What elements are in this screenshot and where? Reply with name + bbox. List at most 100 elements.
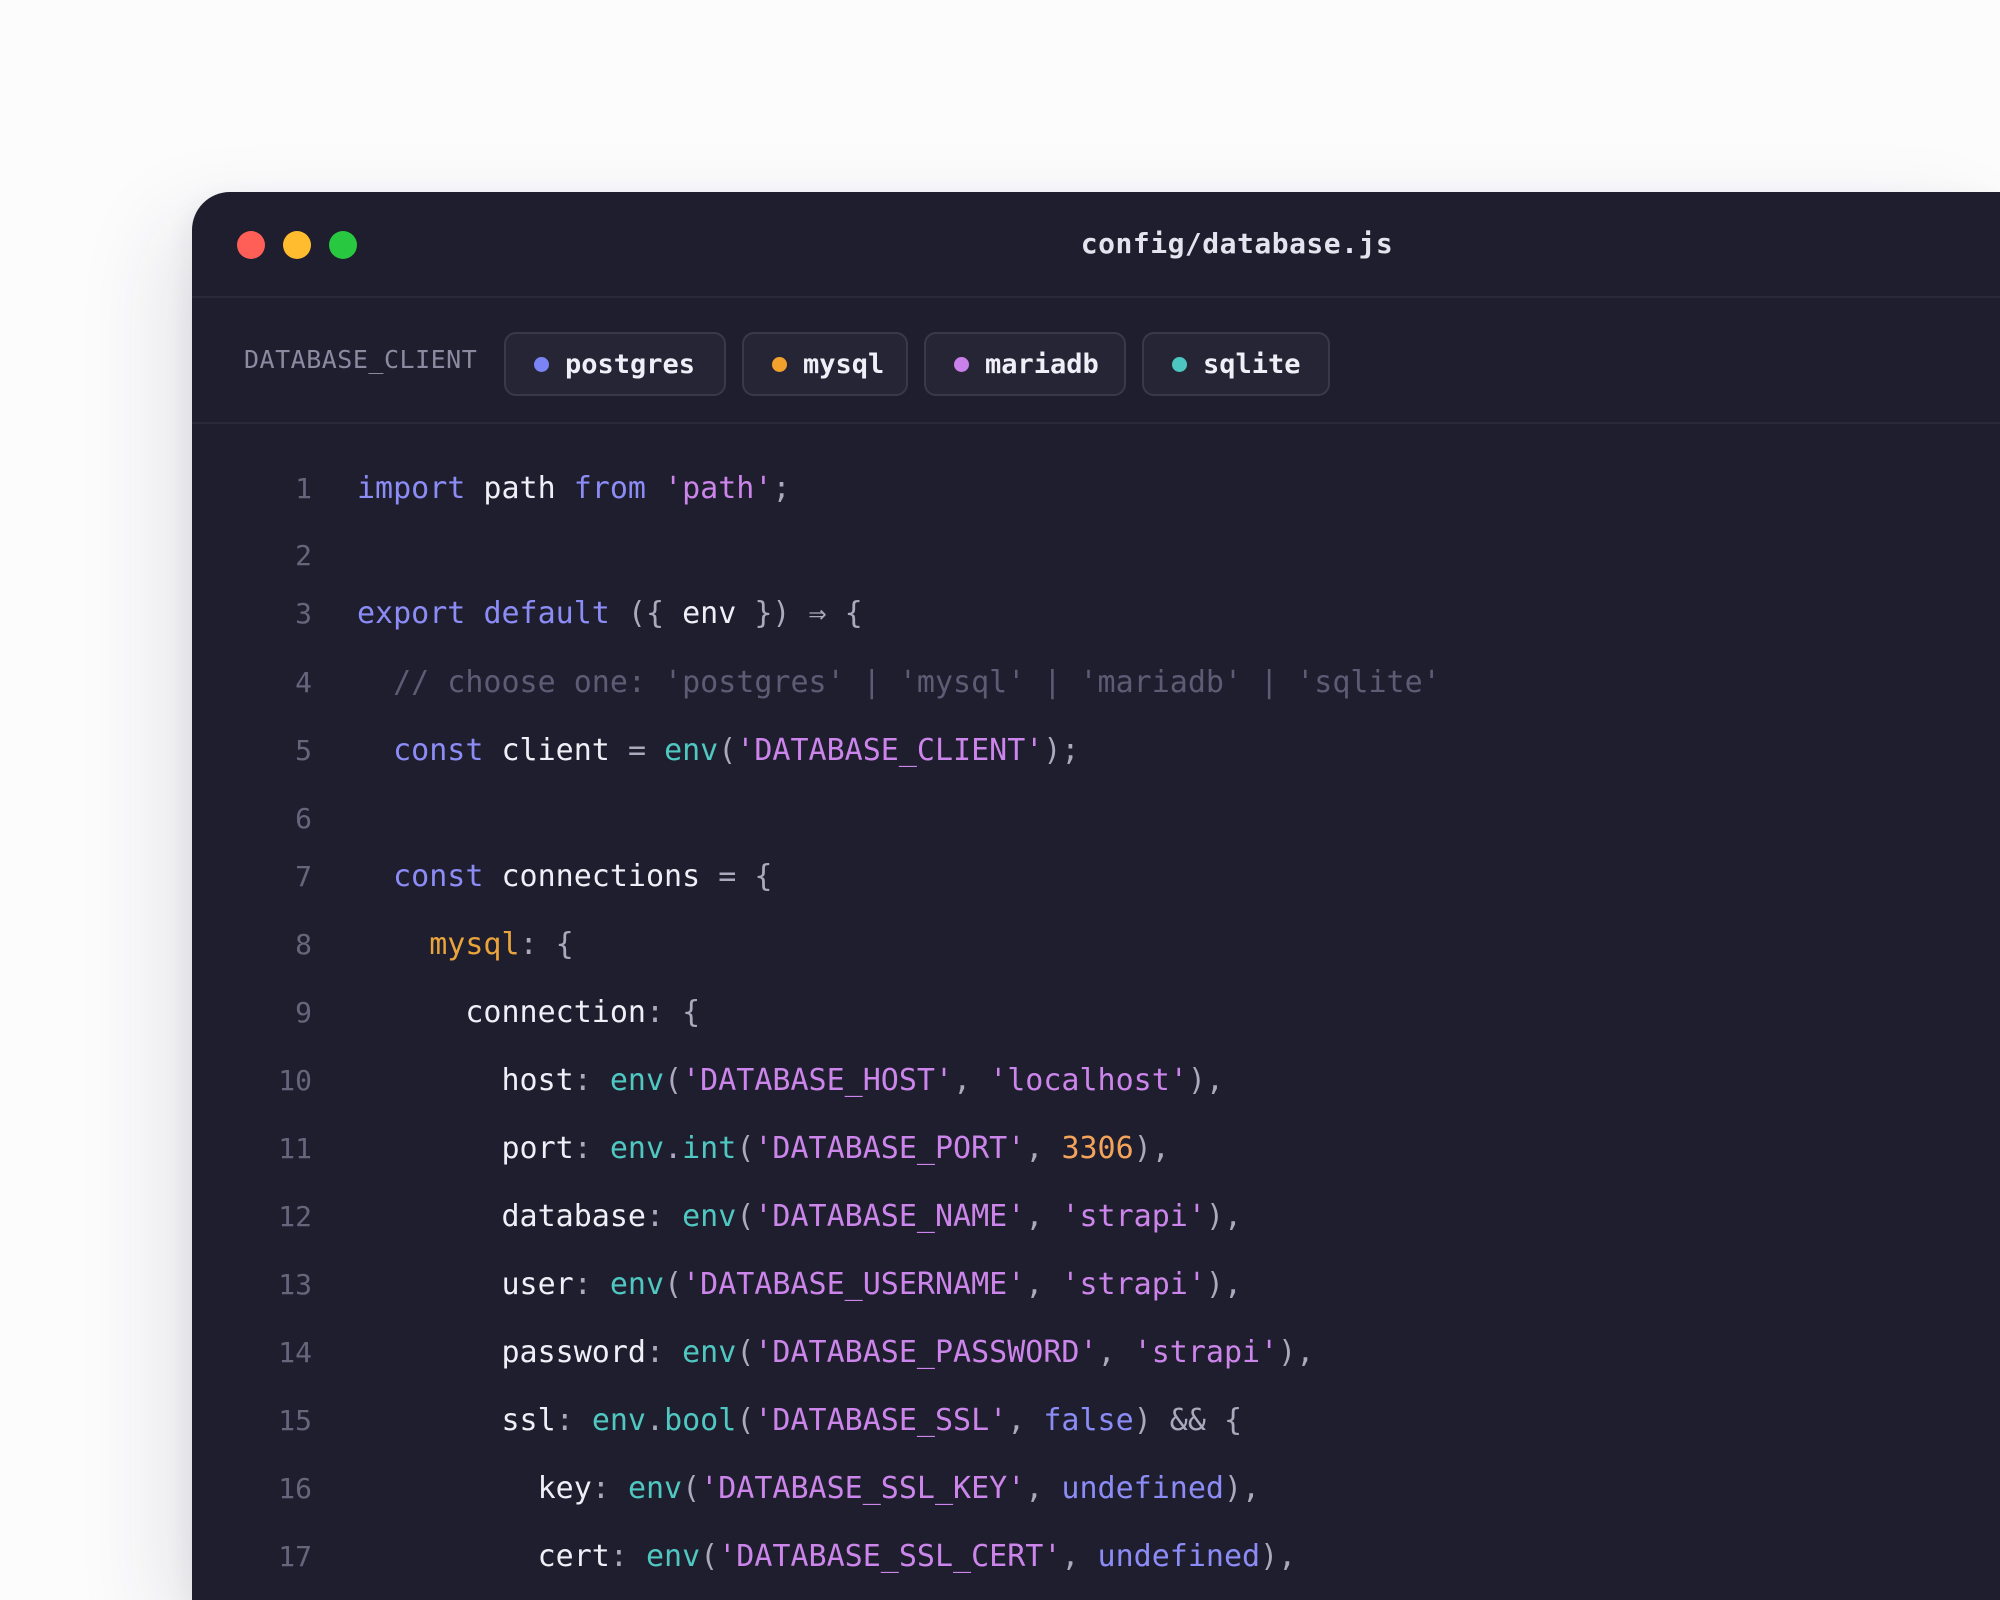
code-token: undefined — [1097, 1539, 1261, 1574]
code-token: : — [573, 1063, 610, 1098]
code-token: 'DATABASE_PORT' — [754, 1131, 1026, 1166]
line-content: database: env('DATABASE_NAME', 'strapi')… — [357, 1192, 1243, 1242]
code-token: const — [393, 733, 484, 768]
line-number: 16 — [278, 1472, 312, 1505]
client-chip-postgres[interactable]: postgres — [504, 332, 726, 396]
client-chip-label: mariadb — [985, 348, 1099, 380]
code-token: client — [483, 733, 628, 768]
code-token: , — [1025, 1267, 1062, 1302]
code-token: : — [555, 1403, 592, 1438]
code-token: ( — [736, 1199, 755, 1234]
line-content: password: env('DATABASE_PASSWORD', 'stra… — [357, 1328, 1315, 1378]
code-token: ssl — [501, 1403, 556, 1438]
file-title: config/database.js — [1080, 227, 1394, 260]
code-token: user — [501, 1267, 574, 1302]
line-number: 3 — [295, 597, 312, 630]
database-client-label: DATABASE_CLIENT — [244, 345, 478, 374]
code-token: ), — [1278, 1335, 1315, 1370]
code-token: ), — [1260, 1539, 1297, 1574]
line-number: 9 — [295, 996, 312, 1029]
mysql-dot-icon — [772, 356, 787, 372]
code-token: . — [664, 1131, 683, 1166]
code-token: 3306 — [1061, 1131, 1134, 1166]
code-token: ; — [772, 471, 791, 506]
code-token: : { — [646, 995, 701, 1030]
client-chip-sqlite[interactable]: sqlite — [1142, 332, 1330, 396]
line-content: key: env('DATABASE_SSL_KEY', undefined), — [357, 1464, 1260, 1514]
line-content: user: env('DATABASE_USERNAME', 'strapi')… — [357, 1260, 1243, 1310]
client-chip-mariadb[interactable]: mariadb — [924, 332, 1126, 396]
code-token: env — [646, 1539, 701, 1574]
client-chip-label: mysql — [803, 348, 885, 380]
code-token: : — [591, 1471, 628, 1506]
code-token: default — [483, 596, 610, 631]
line-number: 7 — [295, 860, 312, 893]
code-token: : — [609, 1539, 646, 1574]
code-token: ) && { — [1133, 1403, 1243, 1438]
code-token: ), — [1205, 1267, 1243, 1302]
line-number: 6 — [295, 802, 312, 835]
code-token: 'DATABASE_USERNAME' — [682, 1267, 1026, 1302]
code-token: cert — [537, 1539, 610, 1574]
code-token: connection — [465, 995, 646, 1030]
code-token: : — [646, 1335, 683, 1370]
code-token: ( — [736, 1403, 755, 1438]
code-token: ), — [1187, 1063, 1224, 1098]
line-content: const client = env('DATABASE_CLIENT'); — [357, 726, 1079, 776]
code-token: ( — [736, 1131, 755, 1166]
line-content: import path from 'path'; — [357, 464, 791, 514]
code-token: = — [627, 733, 665, 768]
code-token: env — [609, 1063, 665, 1098]
code-token: ( — [718, 733, 737, 768]
line-number: 15 — [278, 1404, 312, 1437]
code-token: from — [573, 471, 646, 506]
code-token: path — [465, 471, 574, 506]
code-token: 'DATABASE_HOST' — [682, 1063, 954, 1098]
code-token: key — [537, 1471, 592, 1506]
client-chip-label: sqlite — [1203, 348, 1301, 380]
line-number: 4 — [295, 666, 312, 699]
client-chip-mysql[interactable]: mysql — [742, 332, 908, 396]
code-token: export — [357, 596, 466, 631]
code-token: env — [627, 1471, 683, 1506]
code-token: env — [682, 1199, 737, 1234]
code-token: 'DATABASE_PASSWORD' — [754, 1335, 1098, 1370]
code-token: const — [393, 859, 484, 894]
code-token: ), — [1133, 1131, 1170, 1166]
code-token: env — [591, 1403, 646, 1438]
code-token: . — [646, 1403, 665, 1438]
code-token: , — [1007, 1403, 1044, 1438]
line-content: export default ({ env }) ⇒ { — [357, 589, 863, 639]
title-bar: config/database.js — [192, 192, 2000, 298]
line-number: 8 — [295, 928, 312, 961]
code-token: ( — [664, 1063, 683, 1098]
code-token: env — [682, 1335, 737, 1370]
code-token: env — [609, 1131, 665, 1166]
line-content: connection: { — [357, 988, 700, 1038]
postgres-dot-icon — [534, 356, 549, 372]
code-token: ( — [682, 1471, 701, 1506]
line-number: 10 — [278, 1064, 312, 1097]
line-number: 12 — [278, 1200, 312, 1233]
code-token: ( — [700, 1539, 719, 1574]
code-token: database — [501, 1199, 647, 1234]
code-token: import — [357, 471, 466, 506]
line-number: 5 — [295, 734, 312, 767]
editor-window: config/database.js DATABASE_CLIENT postg… — [192, 192, 2000, 1600]
code-token: : — [573, 1267, 610, 1302]
code-token: , — [953, 1063, 990, 1098]
code-token: ( — [664, 1267, 683, 1302]
code-token: = { — [718, 859, 773, 894]
code-token: ); — [1043, 733, 1080, 768]
code-token: : — [646, 1199, 683, 1234]
line-content: mysql: { — [357, 920, 574, 970]
mariadb-dot-icon — [954, 356, 969, 372]
